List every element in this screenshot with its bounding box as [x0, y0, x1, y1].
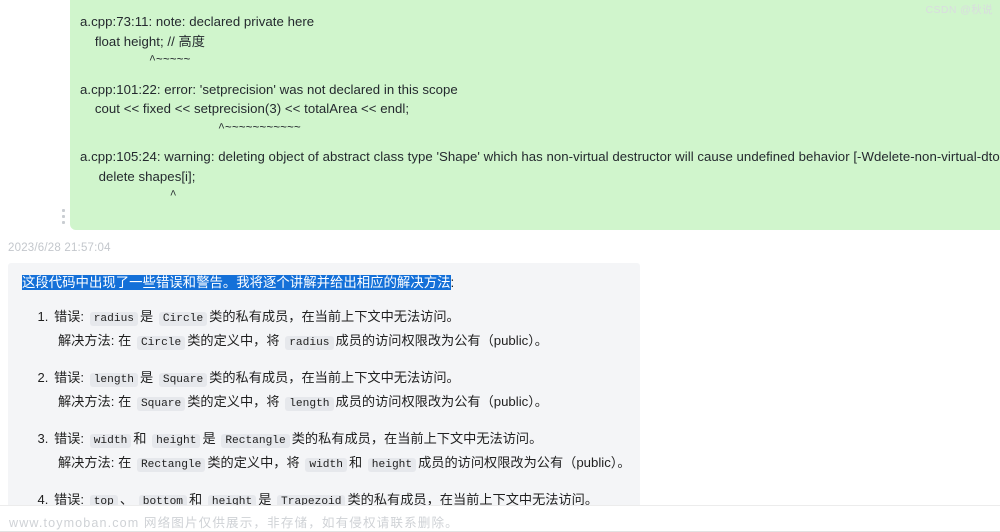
class-def-text: 类的定义中，将: [207, 455, 300, 470]
error-line: 错误: radius是 Circle类的私有成员，在当前上下文中无法访问。: [54, 306, 626, 330]
code-chip: Circle: [136, 336, 186, 350]
selected-text: 这段代码中出现了一些错误和警告。我将逐个讲解并给出相应的解决方法: [22, 275, 451, 290]
error-label: 错误:: [54, 370, 85, 385]
is-text: 是: [140, 309, 154, 324]
code-spacer: [80, 138, 1000, 147]
footer-watermark-bar: www.toymoban.com 网络图片仅供展示，非存储，如有侵权请联系删除。: [0, 505, 1000, 532]
code-chip: height: [367, 458, 417, 472]
code-chip: radius: [89, 312, 139, 326]
compiler-output-block: cin >> ((Triangle*)shapes[4])->base >> (…: [70, 0, 1000, 230]
code-block-drag-handle[interactable]: [62, 209, 66, 224]
and-text: 和: [133, 431, 147, 446]
error-line: 错误: width和 height是 Rectangle类的私有成员，在当前上下…: [54, 428, 626, 452]
class-def-text: 类的定义中，将: [187, 333, 280, 348]
code-chip: Circle: [158, 312, 208, 326]
is-text: 是: [202, 431, 216, 446]
code-chip: radius: [285, 336, 334, 350]
code-chip: length: [89, 373, 139, 387]
code-line: a.cpp:73:11: note: declared private here: [80, 14, 315, 29]
member-text: 成员的访问权限改为公有（public）。: [335, 333, 548, 348]
code-chip: Rectangle: [136, 458, 206, 472]
intro-colon: :: [450, 275, 455, 290]
list-item: 错误: width和 height是 Rectangle类的私有成员，在当前上下…: [52, 428, 631, 476]
assistant-message-bubble: 这段代码中出现了一些错误和警告。我将逐个讲解并给出相应的解决方法: 错误: ra…: [8, 263, 640, 515]
solution-line: 解决方法: 在 Square 类的定义中，将 length 成员的访问权限改为公有（…: [54, 391, 626, 415]
is-text: 是: [140, 370, 154, 385]
code-chip: Rectangle: [221, 434, 290, 448]
error-label: 错误:: [54, 309, 85, 324]
handle-dot: [62, 209, 65, 212]
and-text: 和: [348, 455, 363, 470]
code-chip: width: [305, 458, 347, 472]
code-chip: Square: [158, 373, 208, 387]
member-text: 成员的访问权限改为公有（public）。: [418, 455, 631, 470]
list-item: 错误: radius是 Circle类的私有成员，在当前上下文中无法访问。 解决…: [52, 306, 626, 354]
solution-line: 解决方法: 在 Rectangle 类的定义中，将 width 和 height 成员…: [54, 452, 631, 476]
solution-label: 解决方法: 在: [58, 333, 132, 348]
error-label: 错误:: [54, 431, 85, 446]
code-chip: height: [152, 434, 201, 448]
code-line: float height; // 高度: [80, 33, 206, 49]
private-text: 类的私有成员，在当前上下文中无法访问。: [209, 370, 460, 385]
solution-label: 解决方法: 在: [58, 394, 132, 409]
code-spacer: [80, 71, 1000, 80]
list-item: 错误: length是 Square类的私有成员，在当前上下文中无法访问。 解决…: [52, 367, 626, 415]
code-chip: length: [285, 397, 334, 411]
csdn-watermark: CSDN @秋说: [925, 4, 993, 16]
caret-line: ^~~~~~~~~~~~: [80, 121, 301, 135]
code-line: a.cpp:105:24: warning: deleting object o…: [80, 149, 1000, 164]
intro-paragraph: 这段代码中出现了一些错误和警告。我将逐个讲解并给出相应的解决方法:: [22, 273, 626, 293]
handle-dot: [62, 215, 65, 218]
solution-line: 解决方法: 在 Circle 类的定义中，将 radius 成员的访问权限改为公有（…: [54, 330, 626, 354]
code-line: delete shapes[i];: [80, 168, 196, 184]
code-spacer: [80, 3, 1000, 12]
code-line: a.cpp:101:22: error: 'setprecision' was …: [80, 81, 458, 97]
code-line: cout << fixed << setprecision(3) << tota…: [80, 101, 410, 116]
member-text: 成员的访问权限改为公有（public）。: [335, 394, 548, 409]
private-text: 类的私有成员，在当前上下文中无法访问。: [291, 431, 543, 446]
caret-line: ^: [80, 189, 177, 202]
class-def-text: 类的定义中，将: [187, 394, 280, 409]
code-chip: width: [89, 434, 132, 448]
private-text: 类的私有成员，在当前上下文中无法访问。: [209, 309, 460, 324]
solution-label: 解决方法: 在: [58, 455, 132, 470]
solution-list: 错误: radius是 Circle类的私有成员，在当前上下文中无法访问。 解决…: [22, 306, 631, 515]
code-chip: Square: [136, 397, 186, 411]
handle-dot: [62, 221, 65, 224]
site-watermark-text: www.toymoban.com 网络图片仅供展示，非存储，如有侵权请联系删除。: [9, 516, 459, 530]
caret-line: ^~~~~~: [80, 54, 191, 67]
error-line: 错误: length是 Square类的私有成员，在当前上下文中无法访问。: [54, 367, 626, 391]
message-timestamp: 2023/6/28 21:57:04: [8, 242, 111, 254]
